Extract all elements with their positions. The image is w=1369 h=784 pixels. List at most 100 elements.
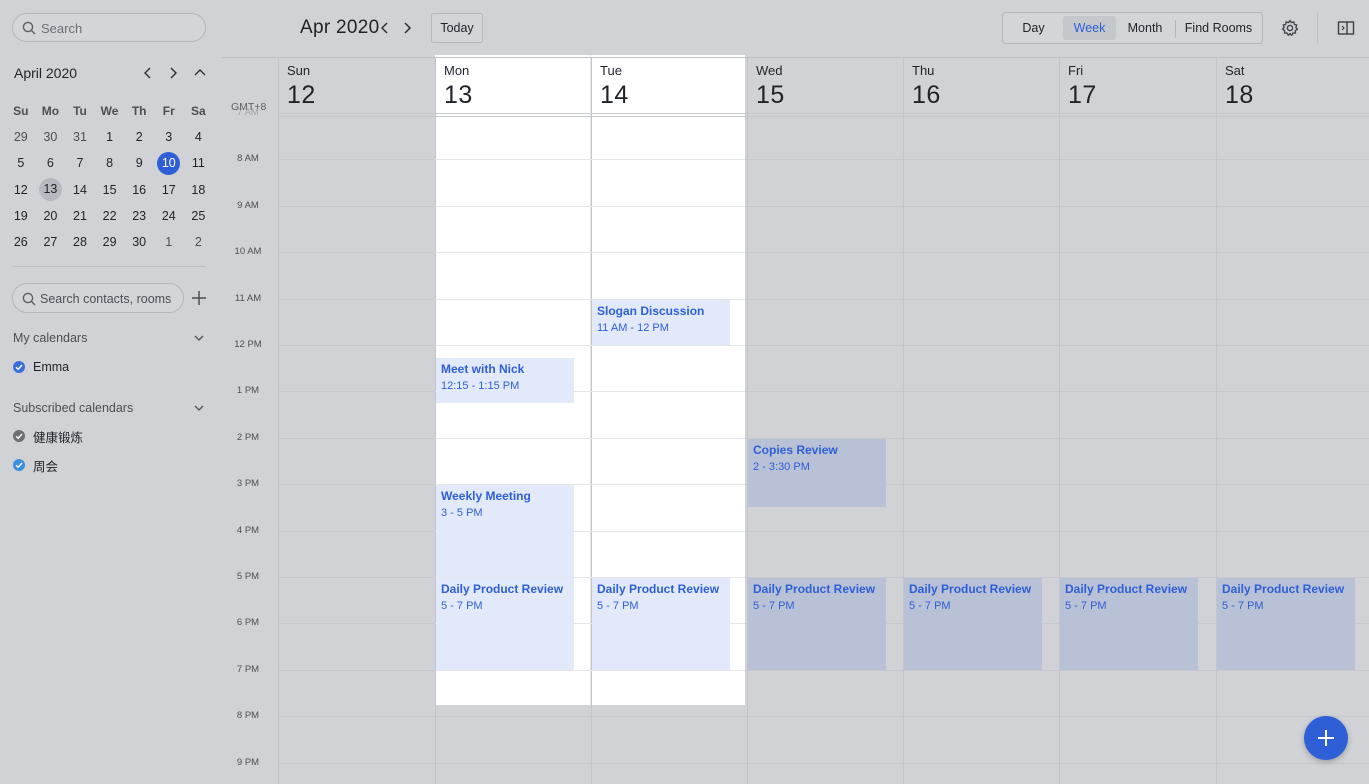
event-block[interactable]: Slogan Discussion 11 AM - 12 PM — [592, 299, 730, 345]
mini-day[interactable]: 30 — [36, 130, 66, 144]
mini-day-label: 30 — [132, 235, 147, 250]
add-icon[interactable] — [1304, 716, 1348, 760]
gear-icon[interactable] — [1280, 18, 1300, 38]
time-label: 6 PM — [236, 617, 260, 629]
mini-day[interactable]: 7 — [65, 156, 95, 170]
mini-day[interactable]: 12 — [6, 183, 36, 197]
mini-day-label: 13 — [38, 178, 62, 202]
mini-prev-month-button[interactable] — [139, 64, 157, 82]
mini-day[interactable]: 5 — [6, 156, 36, 170]
event-block[interactable]: Daily Product Review 5 - 7 PM — [748, 578, 886, 670]
mini-day[interactable]: 24 — [154, 209, 184, 223]
mini-day[interactable]: 4 — [184, 130, 214, 144]
mini-day[interactable]: 22 — [95, 209, 125, 223]
event-time: 12:15 - 1:15 PM — [441, 379, 520, 392]
mini-day[interactable]: 23 — [124, 209, 154, 223]
mini-day[interactable]: 2 — [124, 130, 154, 144]
chevron-right-icon — [170, 67, 177, 79]
mini-collapse-button[interactable] — [191, 64, 209, 82]
search-contacts-input[interactable]: Search contacts, rooms — [12, 283, 184, 313]
chevron-down-icon[interactable] — [193, 332, 205, 344]
check-icon — [13, 361, 25, 373]
mini-day[interactable]: 19 — [6, 209, 36, 223]
day-header[interactable]: Wed 15 — [756, 63, 785, 110]
mini-day[interactable]: 25 — [184, 209, 214, 223]
calendar-item[interactable]: 健康锻炼 — [13, 428, 83, 445]
sidebar: Search April 2020 Su Mo Tu We Th Fr Sa 29 30 31 1 2… — [0, 0, 222, 784]
day-header[interactable]: Fri 17 — [1068, 63, 1097, 110]
mini-day[interactable]: 2 — [184, 235, 214, 249]
mini-day[interactable]: 21 — [65, 209, 95, 223]
day-weekday: Tue — [600, 63, 622, 78]
mini-day-label: 9 — [135, 156, 143, 171]
day-header[interactable]: Sat 18 — [1225, 63, 1254, 110]
mini-day[interactable]: 11 — [184, 156, 214, 170]
time-label: 8 PM — [236, 710, 260, 722]
mini-day[interactable]: 31 — [65, 130, 95, 144]
mini-day[interactable]: 26 — [6, 235, 36, 249]
search-icon — [22, 292, 36, 306]
mini-day[interactable]: 15 — [95, 183, 125, 197]
day-header[interactable]: Mon 13 — [444, 63, 473, 110]
column-divider — [903, 57, 904, 784]
side-panel-icon[interactable] — [1336, 18, 1356, 38]
mini-day[interactable]: 1 — [95, 130, 125, 144]
prev-week-button[interactable] — [377, 19, 393, 37]
day-weekday: Thu — [912, 63, 935, 78]
mini-day[interactable]: 18 — [184, 183, 214, 197]
event-block[interactable]: Daily Product Review 5 - 7 PM — [1217, 578, 1355, 670]
mini-day[interactable]: 6 — [36, 156, 66, 170]
mini-day-label: 8 — [106, 156, 114, 171]
view-week-button[interactable]: Week — [1063, 16, 1116, 40]
event-title: Daily Product Review — [441, 582, 564, 596]
mini-day-label: 16 — [132, 182, 147, 197]
mini-day[interactable]: 17 — [154, 183, 184, 197]
mini-week-row: 29 30 31 1 2 3 4 — [6, 124, 214, 150]
mini-day[interactable]: 8 — [95, 156, 125, 170]
mini-day-label: 21 — [73, 208, 87, 223]
mini-day[interactable]: 3 — [154, 130, 184, 144]
event-block[interactable]: Meet with Nick 12:15 - 1:15 PM — [436, 357, 574, 403]
mini-day[interactable]: 28 — [65, 235, 95, 249]
event-block[interactable]: Daily Product Review 5 - 7 PM — [904, 578, 1042, 670]
plus-icon[interactable] — [191, 290, 207, 306]
event-block[interactable]: Daily Product Review 5 - 7 PM — [592, 578, 730, 670]
find-rooms-button[interactable]: Find Rooms — [1178, 16, 1259, 40]
day-header[interactable]: Sun 12 — [287, 63, 316, 110]
view-day-button[interactable]: Day — [1006, 16, 1061, 40]
day-header[interactable]: Thu 16 — [912, 63, 941, 110]
day-header[interactable]: Tue 14 — [600, 63, 629, 110]
mini-week-row: 26 27 28 29 30 1 2 — [6, 229, 214, 255]
mini-day[interactable]: 10 — [154, 151, 184, 175]
mini-day[interactable]: 29 — [95, 235, 125, 249]
search-icon — [22, 21, 36, 35]
view-month-button[interactable]: Month — [1118, 16, 1172, 40]
event-block[interactable]: Daily Product Review 5 - 7 PM — [1060, 578, 1198, 670]
column-divider — [1059, 57, 1060, 784]
mini-day[interactable]: 30 — [124, 235, 154, 249]
mini-day-label: 29 — [13, 130, 28, 145]
mini-day[interactable]: 16 — [124, 183, 154, 197]
mini-day[interactable]: 29 — [6, 130, 36, 144]
mini-day[interactable]: 13 — [36, 178, 66, 202]
event-block[interactable]: Weekly Meeting 3 - 5 PM — [436, 485, 574, 577]
mini-weekday-header: Fr — [162, 104, 175, 119]
time-label: 9 PM — [236, 756, 260, 768]
today-button[interactable]: Today — [431, 13, 483, 43]
mini-weekday-header: Th — [131, 104, 147, 119]
event-block[interactable]: Daily Product Review 5 - 7 PM — [436, 578, 574, 670]
mini-next-month-button[interactable] — [164, 64, 182, 82]
mini-day[interactable]: 20 — [36, 209, 66, 223]
event-block[interactable]: Copies Review 2 - 3:30 PM — [748, 438, 886, 508]
mini-day[interactable]: 14 — [65, 183, 95, 197]
mini-day[interactable]: 1 — [154, 235, 184, 249]
mini-day[interactable]: 27 — [36, 235, 66, 249]
next-week-button[interactable] — [399, 19, 415, 37]
mini-day[interactable]: 9 — [124, 156, 154, 170]
calendar-item[interactable]: Emma — [13, 359, 69, 375]
calendar-item[interactable]: 周会 — [13, 457, 58, 474]
chevron-down-icon[interactable] — [193, 402, 205, 414]
mini-weekday-header: Su — [13, 104, 29, 119]
search-input[interactable]: Search — [12, 13, 206, 42]
mini-weekday-header: Sa — [191, 104, 206, 119]
